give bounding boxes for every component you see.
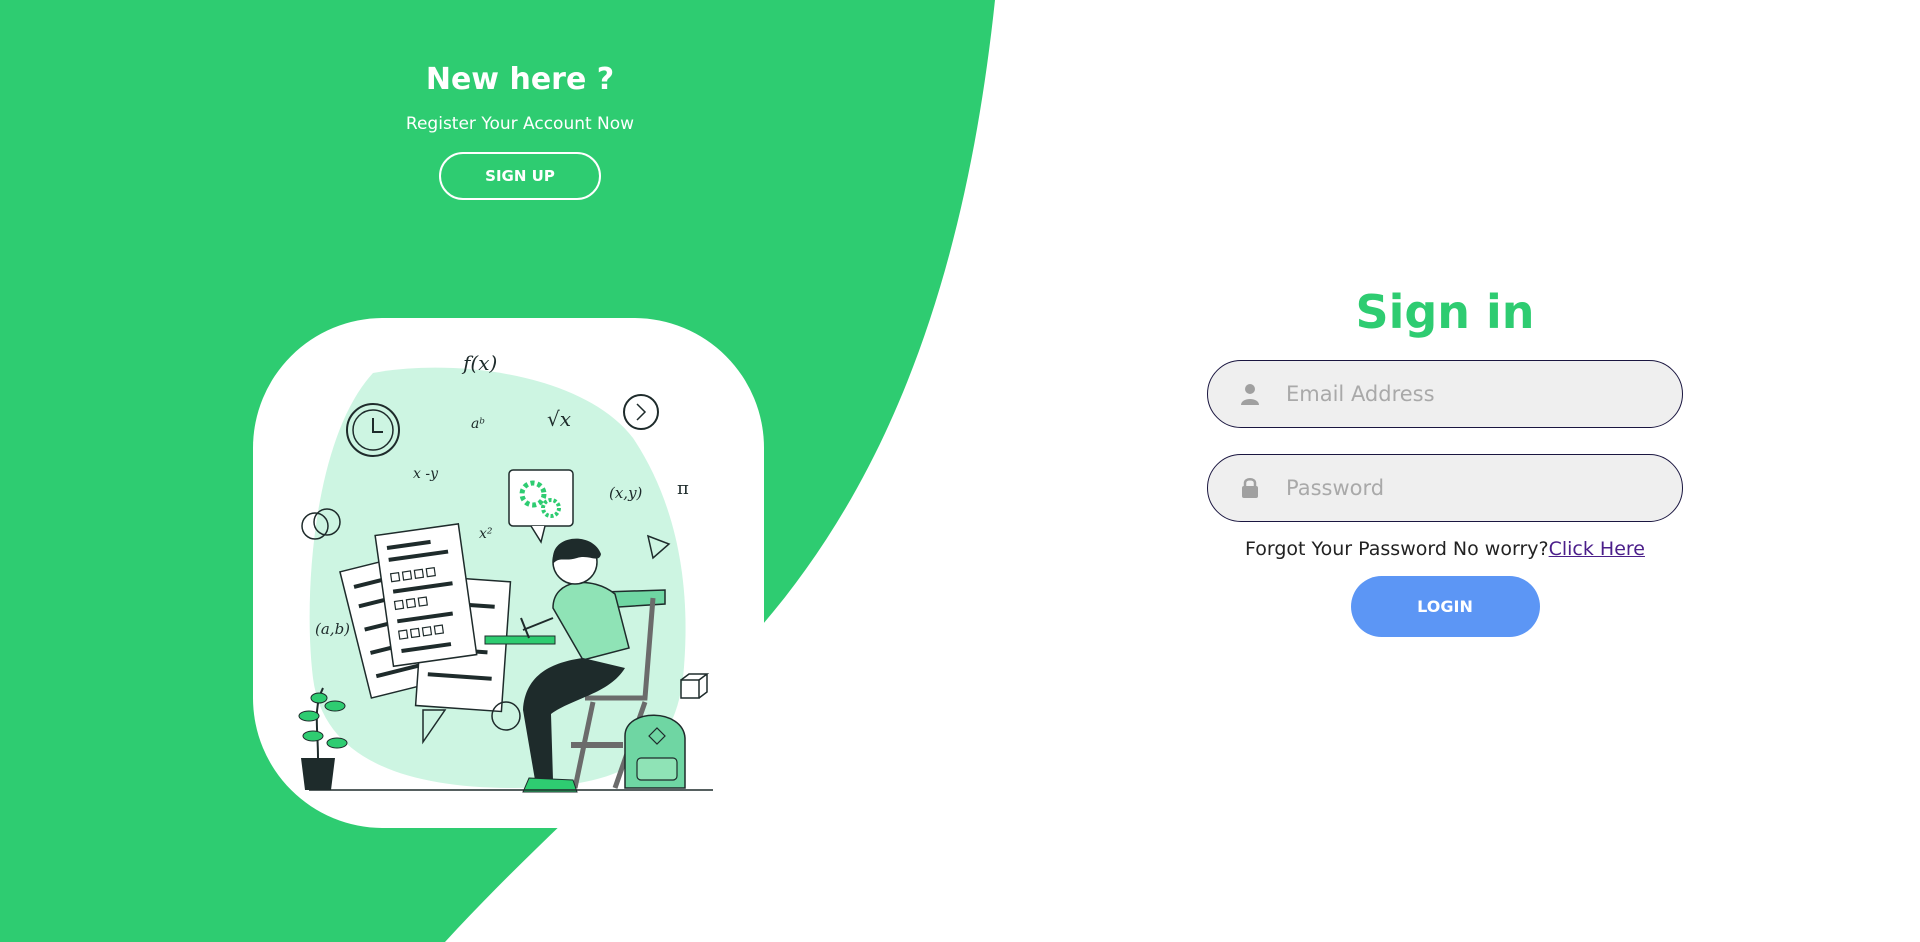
forgot-password-row: Forgot Your Password No worry?Click Here [1205,536,1685,562]
math-label: x² [479,526,493,542]
math-label: (a,b) [315,620,350,638]
user-icon [1241,384,1259,405]
login-button[interactable]: LOGIN [1350,576,1540,637]
math-label: (x,y) [609,484,643,502]
math-label: x -y [413,466,439,482]
email-field[interactable] [1207,360,1683,428]
register-title: New here ? [425,62,615,97]
login-page: New here ? Register Your Account Now SIG… [0,0,1920,942]
math-label: π [677,478,689,499]
signup-button[interactable]: SIGN UP [439,152,601,200]
register-panel: New here ? Register Your Account Now SIG… [300,60,740,200]
math-label: √x [547,407,571,431]
email-input[interactable] [1284,361,1658,427]
password-field[interactable] [1207,454,1683,522]
signin-form: Sign in Forgot Your Password No worry?Cl… [1205,282,1685,637]
signin-title: Sign in [1355,285,1535,339]
forgot-password-text: Forgot Your Password No worry? [1245,538,1549,560]
lock-icon [1242,478,1258,498]
password-input[interactable] [1284,455,1658,521]
forgot-password-link[interactable]: Click Here [1549,538,1645,560]
register-subtitle: Register Your Account Now [405,114,635,134]
math-label: f(x) [461,351,497,375]
student-exam-illustration-icon: f(x) aᵇ √x x -y x² (x,y) π (a,b) [298,351,713,793]
math-label: aᵇ [471,416,485,432]
illustration-card: f(x) aᵇ √x x -y x² (x,y) π (a,b) [253,318,764,828]
